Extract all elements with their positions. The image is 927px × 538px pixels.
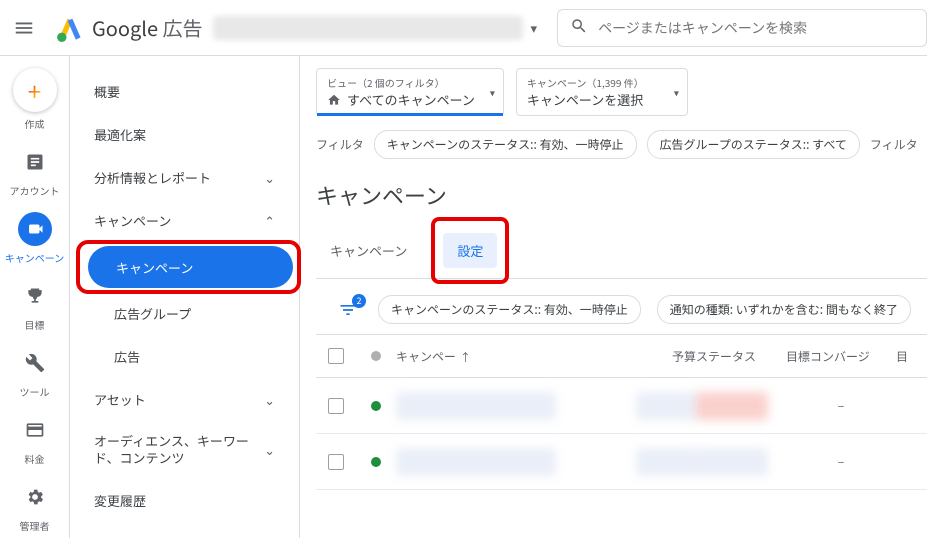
rail-manager[interactable]: 管理者 [18,480,52,533]
nav-campaigns[interactable]: キャンペーン⌃ [70,199,299,242]
rail-billing-label: 料金 [25,451,45,466]
create-button[interactable]: + [13,68,57,112]
nav-history[interactable]: 変更履歴 [70,479,299,522]
account-dropdown-icon[interactable]: ▾ [531,18,538,37]
nav-audiences[interactable]: オーディエンス、キーワード、コンテンツ⌄ [70,421,299,479]
budget-redacted [636,448,696,476]
rail-account-label: アカウント [10,183,60,198]
nav-assets[interactable]: アセット⌄ [70,378,299,421]
rail-create[interactable]: + 作成 [13,68,57,131]
table-row[interactable]: – [316,378,927,434]
page-title: キャンペーン [316,179,927,211]
filter-chip-adgroup[interactable]: 広告グループのステータス:: すべて [647,130,860,159]
view-filter-dropdown[interactable]: ビュー（2 個のフィルタ） すべてのキャンペーン [316,68,504,116]
nav-sub-adgroups[interactable]: 広告グループ [70,292,299,335]
search-icon [570,17,588,39]
rail-billing[interactable]: 料金 [18,413,52,466]
rail-campaign[interactable]: キャンペーン [5,212,65,265]
status-redacted [696,448,768,476]
filter-funnel-button[interactable]: 2 [334,296,362,324]
search-bar[interactable] [557,9,927,47]
nav-overview[interactable]: 概要 [70,70,299,113]
nav-recommendations[interactable]: 最適化案 [70,113,299,156]
nav-sub-campaigns[interactable]: キャンペーン [88,246,293,288]
chevron-down-icon: ⌄ [264,440,275,459]
row-checkbox[interactable] [328,454,344,470]
account-icon [18,145,52,179]
filter-row-label: フィルタ [316,136,364,153]
trophy-icon [18,279,52,313]
google-ads-logo-icon [56,14,84,42]
select-all-checkbox[interactable] [328,348,344,364]
home-icon [327,93,341,107]
row-checkbox[interactable] [328,398,344,414]
budget-redacted [636,392,696,420]
rail-create-label: 作成 [25,116,45,131]
campaign-filter-value: キャンペーンを選択 [527,90,643,109]
sort-asc-icon [460,348,471,365]
col-status[interactable]: ステータス [696,348,786,365]
plus-icon: + [28,73,41,108]
table-row[interactable]: – [316,434,927,490]
hamburger-icon[interactable] [0,17,48,39]
status-redacted [696,392,768,420]
campaign-filter-dropdown[interactable]: キャンペーン（1,399 件） キャンペーンを選択 [516,68,688,116]
filter-badge: 2 [352,294,366,308]
nav-sub-ads[interactable]: 広告 [70,335,299,378]
col-goal[interactable]: 目標コンバージ [786,348,896,365]
applied-filter-chip-notif[interactable]: 通知の種類: いずれかを含む: 間もなく終了 [657,295,911,324]
filter-chip-status[interactable]: キャンペーンのステータス:: 有効、一時停止 [374,130,637,159]
status-active-icon [371,401,381,411]
logo: Google 広告 [48,13,203,42]
chevron-down-icon: ⌄ [264,168,275,187]
status-active-icon [371,457,381,467]
view-filter-value: すべてのキャンペーン [347,90,475,109]
tab-settings[interactable]: 設定 [443,233,497,268]
rail-tool[interactable]: ツール [18,346,52,399]
campaign-name-redacted [396,448,556,476]
rail-account[interactable]: アカウント [10,145,60,198]
product-name: Google 広告 [92,13,203,42]
applied-filter-chip-status[interactable]: キャンペーンのステータス:: 有効、一時停止 [378,295,641,324]
col-campaign[interactable]: キャンペー [396,348,596,365]
gear-icon [18,480,52,514]
rail-campaign-label: キャンペーン [5,250,65,265]
rail-goal-label: 目標 [25,317,45,332]
chevron-down-icon: ⌄ [264,390,275,409]
col-budget[interactable]: 予算 [596,348,696,365]
card-icon [18,413,52,447]
nav-insights[interactable]: 分析情報とレポート⌄ [70,156,299,199]
campaign-name-redacted [396,392,556,420]
campaign-filter-label: キャンペーン（1,399 件） [527,75,659,90]
view-filter-label: ビュー（2 個のフィルタ） [327,75,475,90]
megaphone-icon [18,212,52,246]
goal-cell: – [786,397,896,414]
wrench-icon [18,346,52,380]
filter-more-label: フィルタ [870,136,918,153]
rail-goal[interactable]: 目標 [18,279,52,332]
tab-campaign[interactable]: キャンペーン [326,231,411,270]
search-input[interactable] [598,18,914,38]
col-more[interactable]: 目 [896,348,927,365]
goal-cell: – [786,453,896,470]
chevron-up-icon: ⌃ [264,211,275,230]
rail-tool-label: ツール [20,384,50,399]
account-name-redacted [213,16,523,40]
rail-manager-label: 管理者 [20,518,50,533]
status-header-icon [371,351,381,361]
